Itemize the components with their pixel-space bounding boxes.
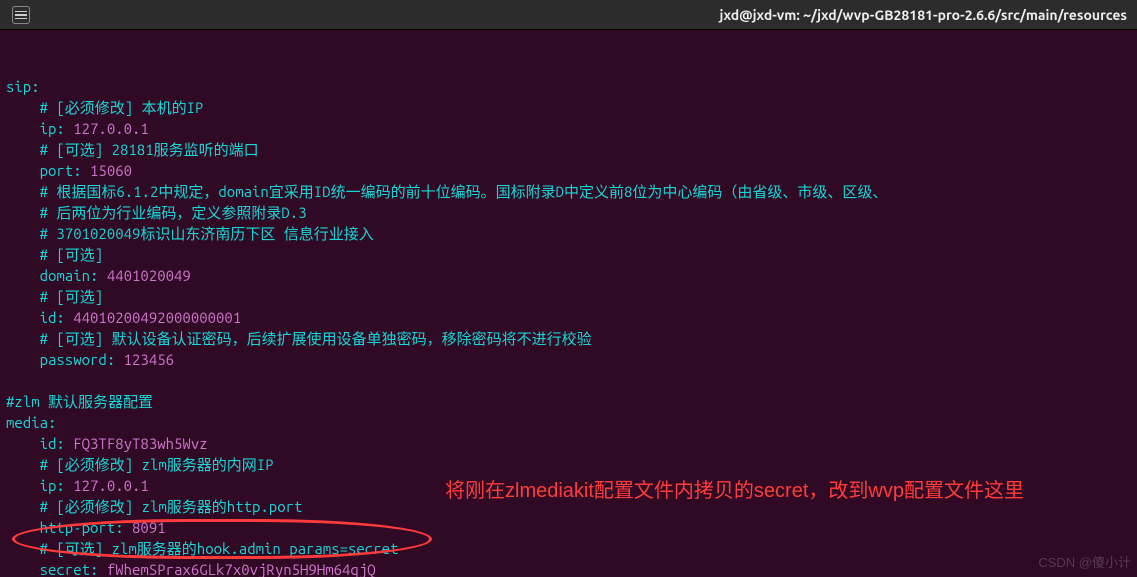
code-line: port: 15060 bbox=[6, 160, 1131, 181]
code-line: sip: bbox=[6, 76, 1131, 97]
code-line: #zlm 默认服务器配置 bbox=[6, 391, 1131, 412]
annotation-oval bbox=[12, 519, 432, 559]
window-title: jxd@jxd-vm: ~/jxd/wvp-GB28181-pro-2.6.6/… bbox=[0, 7, 1137, 23]
watermark: CSDN @傻小计 bbox=[1038, 552, 1131, 573]
code-line: id: FQ3TF8yT83wh5Wvz bbox=[6, 433, 1131, 454]
code-line: # 根据国标6.1.2中规定，domain宜采用ID统一编码的前十位编码。国标附… bbox=[6, 181, 1131, 202]
code-line: id: 44010200492000000001 bbox=[6, 307, 1131, 328]
code-line: # [必须修改] 本机的IP bbox=[6, 97, 1131, 118]
code-line: password: 123456 bbox=[6, 349, 1131, 370]
code-line: # [可选] 28181服务监听的端口 bbox=[6, 139, 1131, 160]
code-line: # [可选] bbox=[6, 244, 1131, 265]
code-line: # 3701020049标识山东济南历下区 信息行业接入 bbox=[6, 223, 1131, 244]
code-line: domain: 4401020049 bbox=[6, 265, 1131, 286]
code-line: # [可选] 默认设备认证密码，后续扩展使用设备单独密码，移除密码将不进行校验 bbox=[6, 328, 1131, 349]
code-line: # [必须修改] zlm服务器的内网IP bbox=[6, 454, 1131, 475]
annotation-text: 将刚在zlmediakit配置文件内拷贝的secret，改到wvp配置文件这里 bbox=[445, 478, 1085, 504]
hamburger-icon[interactable] bbox=[12, 6, 30, 24]
code-line bbox=[6, 370, 1131, 391]
terminal-viewport[interactable]: sip: # [必须修改] 本机的IP ip: 127.0.0.1 # [可选]… bbox=[0, 30, 1137, 577]
code-line: secret: fWhemSPrax6GLk7x0vjRyn5H9Hm64qjQ bbox=[6, 559, 1131, 577]
code-line: # [可选] bbox=[6, 286, 1131, 307]
code-line: media: bbox=[6, 412, 1131, 433]
code-line: # 后两位为行业编码，定义参照附录D.3 bbox=[6, 202, 1131, 223]
code-line: ip: 127.0.0.1 bbox=[6, 118, 1131, 139]
window-titlebar: jxd@jxd-vm: ~/jxd/wvp-GB28181-pro-2.6.6/… bbox=[0, 0, 1137, 30]
